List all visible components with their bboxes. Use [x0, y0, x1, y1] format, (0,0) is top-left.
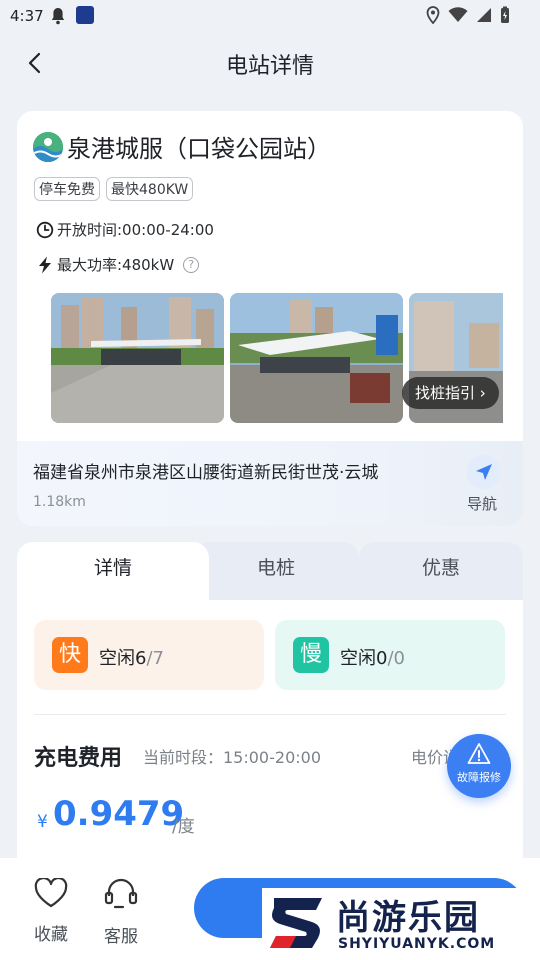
details-panel: 快 空闲6/7 慢 空闲0/0 充电费用 当前时段：15:00-20:00 电价… — [17, 600, 523, 860]
station-card: 泉港城服（口袋公园站） 停车免费 最快480KW 开放时间:00:00-24:0… — [17, 111, 523, 526]
slow-charger-availability[interactable]: 慢 空闲0/0 — [275, 620, 505, 690]
watermark-logo: 尚游乐园 SHYIYUANYK.COM — [262, 888, 540, 960]
fault-report-button[interactable]: 故障报修 — [447, 734, 511, 798]
max-power-row: 最大功率:480kW ? — [36, 254, 200, 275]
tab-details[interactable]: 详情 — [17, 542, 209, 602]
watermark-text: 尚游乐园 — [336, 898, 480, 938]
station-photo-1[interactable] — [51, 293, 224, 423]
app-notification-icon — [76, 6, 94, 24]
currency-symbol: ¥ — [37, 812, 48, 832]
notification-bell-icon — [51, 8, 65, 25]
current-period: 当前时段：15:00-20:00 — [143, 748, 321, 767]
station-tags: 停车免费 最快480KW — [34, 177, 194, 201]
address-section: 福建省泉州市泉港区山腰街道新民街世茂·云城 1.18km 导航 — [17, 441, 523, 526]
price-value: 0.9479 — [53, 794, 185, 834]
slow-free-label: 空闲0 — [340, 648, 388, 669]
help-icon[interactable]: ? — [183, 256, 200, 273]
station-name: 泉港城服（口袋公园站） — [67, 135, 331, 163]
station-logo-icon — [33, 132, 63, 162]
wifi-icon — [448, 7, 468, 22]
fee-title: 充电费用 — [34, 746, 123, 771]
favorite-button[interactable]: 收藏 — [30, 876, 72, 945]
tab-piles[interactable]: 电桩 — [193, 542, 359, 602]
navigation-label[interactable]: 导航 — [467, 493, 497, 514]
fast-total: /7 — [146, 648, 164, 669]
customer-service-button[interactable]: 客服 — [100, 878, 142, 947]
status-time: 4:37 — [10, 7, 44, 25]
price-unit: /度 — [172, 817, 195, 837]
max-power: 最大功率:480kW — [57, 256, 175, 274]
slow-total: /0 — [387, 648, 405, 669]
location-icon — [426, 6, 440, 24]
pile-guide-button[interactable]: 找桩指引 › — [402, 377, 499, 409]
page-title: 电站详情 — [225, 54, 314, 79]
slow-badge: 慢 — [293, 637, 329, 673]
favorite-label: 收藏 — [34, 925, 68, 945]
tag-parking: 停车免费 — [34, 177, 100, 201]
opening-hours-row: 开放时间:00:00-24:00 — [36, 219, 214, 240]
opening-hours: 开放时间:00:00-24:00 — [57, 221, 214, 239]
headset-icon — [104, 878, 138, 909]
fault-report-label: 故障报修 — [457, 771, 501, 784]
header: 电站详情 — [0, 32, 540, 94]
station-photo-2[interactable] — [230, 293, 403, 423]
signal-icon — [477, 8, 491, 22]
battery-icon — [501, 6, 509, 23]
fast-badge: 快 — [52, 637, 88, 673]
fast-free-label: 空闲6 — [99, 648, 147, 669]
navigation-icon[interactable] — [467, 455, 501, 489]
watermark-url: SHYIYUANYK.COM — [338, 936, 496, 952]
watermark-s-icon — [270, 898, 322, 948]
customer-service-label: 客服 — [104, 927, 138, 947]
heart-icon — [34, 876, 68, 908]
detail-tabs: 优惠 电桩 详情 — [17, 542, 523, 602]
station-distance: 1.18km — [33, 494, 86, 510]
fast-count: 空闲6/7 — [99, 644, 164, 670]
lightning-icon — [39, 256, 51, 273]
fast-charger-availability[interactable]: 快 空闲6/7 — [34, 620, 264, 690]
slow-count: 空闲0/0 — [340, 644, 405, 670]
system-icons — [426, 6, 510, 24]
divider — [34, 714, 506, 715]
status-bar: 4:37 — [0, 0, 540, 32]
tab-discount[interactable]: 优惠 — [359, 542, 523, 602]
warning-icon — [467, 743, 491, 764]
tag-fastest: 最快480KW — [106, 177, 194, 201]
clock-icon — [36, 221, 54, 238]
station-address: 福建省泉州市泉港区山腰街道新民街世茂·云城 — [33, 463, 379, 483]
